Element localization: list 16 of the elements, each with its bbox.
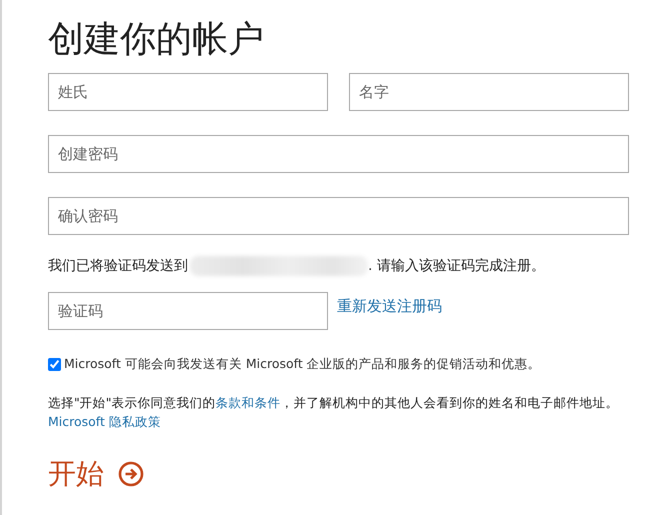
privacy-link[interactable]: Microsoft 隐私政策 xyxy=(48,414,161,429)
input-field[interactable]: 验证码 xyxy=(48,292,328,330)
notice-text: . 请输入该验证码完成注册。 xyxy=(368,257,545,275)
checkbox[interactable] xyxy=(48,358,61,371)
arrow-circle-icon xyxy=(118,461,144,487)
input-field[interactable]: 创建密码 xyxy=(48,135,629,173)
terms-link[interactable]: 条款和条件 xyxy=(216,395,280,410)
terms-text: 选择"开始"表示你同意我们的条款和条件，并了解机构中的其他人会看到你的姓名和电子邮件地址。 xyxy=(48,394,620,412)
input-field[interactable]: 姓氏 xyxy=(48,73,328,111)
input-field[interactable]: 确认密码 xyxy=(48,197,629,235)
input-field[interactable]: 名字 xyxy=(349,73,629,111)
page-title: 创建你的帐户 xyxy=(48,18,265,62)
start-button[interactable]: 开始 xyxy=(48,455,144,493)
resend-link[interactable]: 重新发送注册码 xyxy=(337,297,442,316)
notice-text: 我们已将验证码发送到 xyxy=(48,257,188,275)
checkbox-label: Microsoft 可能会向我发送有关 Microsoft 企业版的产品和服务的促销活动和优惠。 xyxy=(64,356,541,373)
